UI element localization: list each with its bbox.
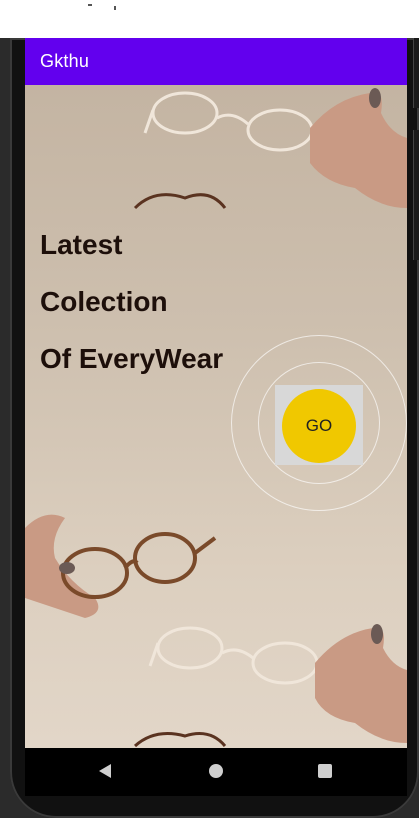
hand-top-right-icon [310, 92, 407, 208]
page: Gkthu Latest Colection Of EveryWear GO [0, 0, 419, 818]
hand-bottom-right-icon [315, 627, 407, 743]
square-recents-icon[interactable] [316, 762, 334, 780]
glasses-top-icon [143, 91, 314, 152]
triangle-back-icon[interactable] [97, 762, 113, 780]
headline-line-3: Of EveryWear [40, 343, 224, 374]
headline-line-1: Latest [40, 229, 123, 260]
headline-line-2: Colection [40, 286, 168, 317]
circle-home-icon[interactable] [207, 762, 225, 780]
glasses-bottom-icon [148, 626, 319, 685]
glasses-middle-icon [61, 532, 217, 599]
status-marks [88, 4, 118, 10]
phone-side-button [413, 38, 419, 108]
go-button[interactable]: GO [282, 389, 356, 463]
app-title: Gkthu [40, 51, 90, 71]
app-screen: Gkthu Latest Colection Of EveryWear GO [25, 38, 407, 748]
phone-volume-button [413, 130, 419, 260]
system-nav-bar [25, 748, 407, 796]
app-bar: Gkthu [25, 38, 407, 85]
glasses-partial-icon [133, 193, 227, 210]
